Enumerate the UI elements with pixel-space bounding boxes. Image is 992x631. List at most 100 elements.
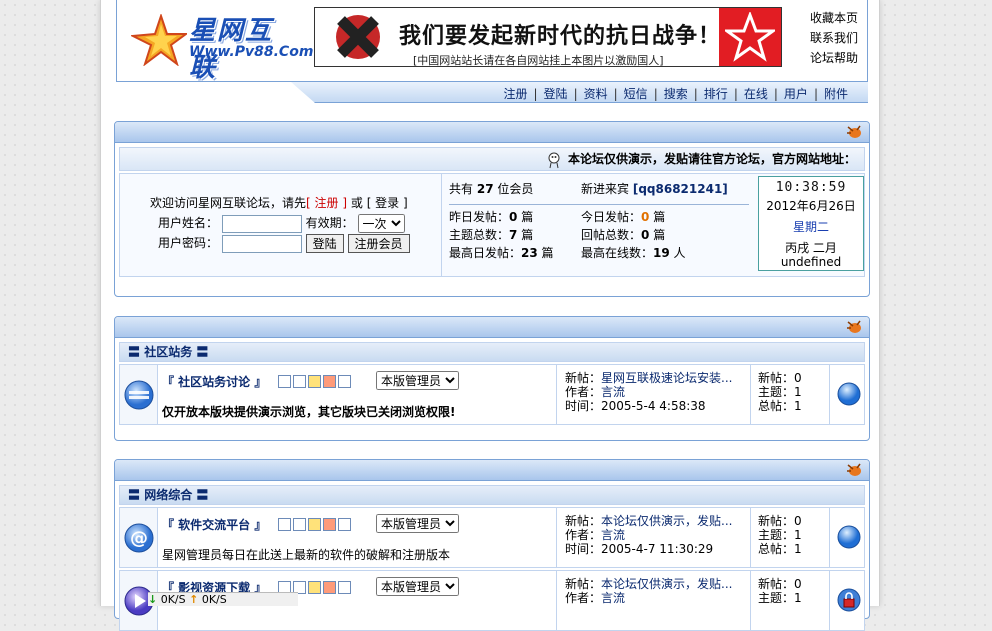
username-label: 用户姓名： <box>158 216 219 230</box>
magnifier-icon[interactable] <box>338 375 351 388</box>
time-value: 2005-5-4 4:58:38 <box>601 399 706 413</box>
magnifier-icon[interactable] <box>338 581 351 594</box>
banner-slogan: 我们要发起新时代的抗日战争！！ <box>399 24 745 49</box>
maxday-label: 最高日发帖： <box>449 246 522 260</box>
topic-count-label: 主题： <box>758 591 795 605</box>
forum-name-link[interactable]: 『 社区站务讨论 』 <box>162 373 266 390</box>
validity-select[interactable]: 一次 <box>357 214 405 233</box>
register-link[interactable]: [ 注册 ] <box>306 196 347 210</box>
nav-attachments[interactable]: 附件 <box>824 87 848 101</box>
forum-status <box>831 571 868 630</box>
maxday-value: 23 <box>521 246 538 260</box>
section-caption <box>115 460 869 481</box>
new-count: 新帖：0 <box>758 577 829 591</box>
username-input[interactable] <box>221 214 302 233</box>
author-link[interactable]: 言流 <box>601 385 625 399</box>
at-sign-icon: @ <box>124 523 154 553</box>
site-logo[interactable]: 星网互联 Www.Pv88.Com <box>131 6 313 83</box>
last-post-link[interactable]: 本论坛仅供演示，发贴... <box>601 577 732 591</box>
last-post-time-line: 时间：2005-4-7 11:30:29 <box>565 542 750 556</box>
nav-login[interactable]: 登陆 <box>544 87 568 101</box>
password-input[interactable] <box>221 234 302 253</box>
member-count: 共有 27 位会员 <box>449 180 533 197</box>
last-post-link[interactable]: 本论坛仅供演示，发贴... <box>601 514 732 528</box>
forum-row: @ 『 软件交流平台 』 本版管理员 星网管理员每日在此送上最新的软件的破解和注… <box>119 507 865 568</box>
author-label: 作者： <box>565 591 602 605</box>
moderator-select[interactable]: 本版管理员 <box>376 577 459 596</box>
status-orb-icon <box>837 525 861 549</box>
topic-count: 主题：1 <box>758 528 829 542</box>
welcome-text: 欢迎访问星网互联论坛，请先 <box>150 196 307 210</box>
list-icon[interactable] <box>278 518 291 531</box>
login-link[interactable]: [ 登录 ] <box>367 196 408 210</box>
validity-label: 有效期： <box>305 216 354 230</box>
contact-link[interactable]: 联系我们 <box>810 28 858 48</box>
list-icon[interactable] <box>278 375 291 388</box>
star-badge-icon[interactable] <box>308 581 321 594</box>
section-title[interactable]: 〓 社区站务 〓 <box>119 342 865 362</box>
member-count-post: 位会员 <box>497 182 534 196</box>
hot-icon[interactable] <box>323 581 336 594</box>
upload-arrow-icon: ↑ <box>189 593 199 606</box>
panel-caption <box>115 122 869 143</box>
page-container: 星网互联 Www.Pv88.Com 我们要发起新时代的抗日战争！！ [中国网站站… <box>100 0 880 631</box>
chart-icon[interactable] <box>293 518 306 531</box>
moderator-select[interactable]: 本版管理员 <box>376 514 459 533</box>
help-link[interactable]: 论坛帮助 <box>810 48 858 68</box>
notice-text: 本论坛仅供演示，发贴请往官方论坛，官方网站地址： <box>567 152 856 166</box>
last-post: 新帖：本论坛仅供演示，发贴... 作者：言流 <box>556 571 751 630</box>
total-count: 总帖：1 <box>758 542 829 556</box>
nav-separator: | <box>613 87 618 101</box>
new-count-label: 新帖： <box>758 577 795 591</box>
bookmark-link[interactable]: 收藏本页 <box>810 8 858 28</box>
magnifier-icon[interactable] <box>338 518 351 531</box>
last-post-link[interactable]: 星网互联极速论坛安装... <box>601 371 732 385</box>
star-icon <box>725 12 775 62</box>
member-count-value: 27 <box>476 182 494 196</box>
nav-separator: | <box>573 87 578 101</box>
nav-profile[interactable]: 资料 <box>584 87 608 101</box>
last-post-author-line: 作者：言流 <box>565 385 750 399</box>
today-label: 今日发帖： <box>581 210 642 224</box>
nav-messages[interactable]: 短信 <box>624 87 648 101</box>
replies-label: 回帖总数： <box>581 228 642 242</box>
bug-icon <box>847 125 861 138</box>
max-day-posts: 最高日发帖：23 篇 <box>449 244 554 261</box>
status-orb-icon <box>837 382 861 406</box>
star-badge-icon[interactable] <box>308 375 321 388</box>
yesterday-posts: 昨日发帖：0 篇 <box>449 208 533 225</box>
forum-counts: 新帖：0 主题：1 <box>752 571 830 630</box>
nav-online[interactable]: 在线 <box>744 87 768 101</box>
star-badge-icon[interactable] <box>308 518 321 531</box>
author-link[interactable]: 言流 <box>601 528 625 542</box>
forum-globe-icon <box>124 380 154 410</box>
nav-register[interactable]: 注册 <box>503 87 527 101</box>
site-header: 星网互联 Www.Pv88.Com 我们要发起新时代的抗日战争！！ [中国网站站… <box>116 0 868 83</box>
nav-separator: | <box>653 87 658 101</box>
register-button[interactable]: 注册会员 <box>347 234 410 253</box>
chart-icon[interactable] <box>293 375 306 388</box>
login-button[interactable]: 登陆 <box>305 234 344 253</box>
hot-icon[interactable] <box>323 518 336 531</box>
newest-value[interactable]: [qq86821241] <box>633 182 728 196</box>
section-title[interactable]: 〓 网络综合 〓 <box>119 485 865 505</box>
topics-label: 主题总数： <box>449 228 510 242</box>
login-form: 欢迎访问星网互联论坛，请先[ 注册 ] 或 [ 登录 ] 用户姓名： 有效期： … <box>120 174 442 276</box>
author-label: 作者： <box>565 385 602 399</box>
new-count-label: 新帖： <box>758 514 795 528</box>
time-label: 时间： <box>565 542 602 556</box>
nav-separator: | <box>733 87 738 101</box>
banner-subtext: [中国网站站长请在各自网站挂上本图片以激励国人] <box>413 54 664 67</box>
banner-ad[interactable]: 我们要发起新时代的抗日战争！！ [中国网站站长请在各自网站挂上本图片以激励国人] <box>314 7 782 67</box>
download-speed: 0K/S <box>160 593 186 606</box>
hot-icon[interactable] <box>323 375 336 388</box>
author-link[interactable]: 言流 <box>601 591 625 605</box>
forum-name-link[interactable]: 『 软件交流平台 』 <box>162 516 266 533</box>
nav-ranking[interactable]: 排行 <box>704 87 728 101</box>
star-logo-icon <box>131 14 187 66</box>
maxonline-unit: 人 <box>673 246 686 260</box>
last-post-time-line: 时间：2005-5-4 4:58:38 <box>565 399 750 413</box>
nav-users[interactable]: 用户 <box>784 87 808 101</box>
moderator-select[interactable]: 本版管理员 <box>376 371 459 390</box>
nav-search[interactable]: 搜索 <box>664 87 688 101</box>
